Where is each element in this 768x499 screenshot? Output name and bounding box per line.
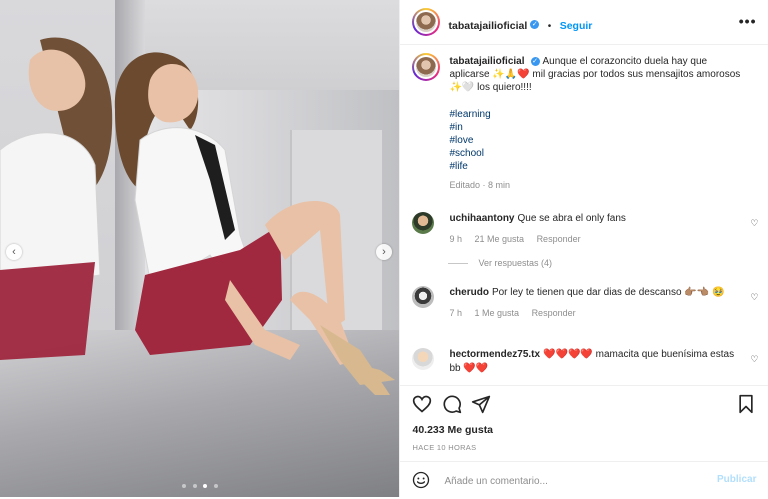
hashtag-link[interactable]: #learning xyxy=(449,108,749,121)
view-replies-label: Ver respuestas (4) xyxy=(478,258,553,268)
instagram-post: ‹ › tabatajailioficial ✓ • Seguir ••• ta… xyxy=(0,0,768,497)
add-comment-bar: Publicar xyxy=(400,461,768,499)
comment-like-icon[interactable]: ♡ xyxy=(750,218,758,229)
previous-image-button[interactable]: ‹ xyxy=(6,244,22,260)
photo-subject xyxy=(0,37,395,395)
comment-meta: 9 h 21 Me gusta Responder xyxy=(449,232,739,246)
edited-label: Editado · 8 min xyxy=(449,180,511,190)
hashtag-link[interactable]: #love xyxy=(449,134,749,147)
follow-button[interactable]: Seguir xyxy=(560,20,593,32)
comment-likes[interactable]: 1 Me gusta xyxy=(475,308,520,318)
post-side-panel: tabatajailioficial ✓ • Seguir ••• tabataj… xyxy=(399,0,768,497)
author-avatar[interactable] xyxy=(412,8,441,36)
comment-like-icon[interactable]: ♡ xyxy=(750,354,758,365)
comment-body: cherudo Por ley te tienen que dar dias de… xyxy=(449,286,739,320)
hashtag-link[interactable]: #in xyxy=(449,121,749,134)
comment-input[interactable] xyxy=(442,471,697,491)
more-options-icon[interactable]: ••• xyxy=(739,13,757,29)
hashtag-link[interactable]: #life xyxy=(449,160,749,173)
save-bookmark-icon[interactable] xyxy=(736,394,756,414)
replies-line xyxy=(448,263,469,265)
comment-time: 9 h xyxy=(449,234,462,244)
hashtag-list: #learning #in #love #school #life xyxy=(449,108,749,173)
like-heart-icon[interactable] xyxy=(412,394,432,414)
comment-text: Por ley te tienen que dar dias de descan… xyxy=(491,287,725,298)
action-icons-row xyxy=(412,394,756,414)
reply-button[interactable]: Responder xyxy=(532,308,576,318)
carousel-dot xyxy=(192,484,197,488)
comment-body: hectormendez75.tx ❤️❤️❤️❤️ mamacita que b… xyxy=(449,348,739,376)
next-image-button[interactable]: › xyxy=(376,244,392,260)
hashtag-link[interactable]: #school xyxy=(449,147,749,160)
comment-item: hectormendez75.tx ❤️❤️❤️❤️ mamacita que b… xyxy=(412,348,762,385)
header-author: tabatajailioficial ✓ • Seguir xyxy=(448,16,592,34)
comment-username[interactable]: cherudo xyxy=(449,287,488,298)
share-icon[interactable] xyxy=(471,394,491,414)
comment-meta: 7 h 1 Me gusta Responder xyxy=(449,306,739,320)
comment-text: Que se abra el only fans xyxy=(517,213,626,224)
post-photo[interactable]: ‹ › xyxy=(0,0,400,497)
verified-icon: ✓ xyxy=(530,56,540,66)
comments-scroll-area[interactable]: tabatajailioficial ✓ Aunque el corazoncito… xyxy=(400,45,768,385)
carousel-dots xyxy=(0,475,399,493)
comment-time: 7 h xyxy=(449,308,462,318)
comment-item: cherudo Por ley te tienen que dar dias de… xyxy=(412,286,762,336)
commenter-avatar[interactable] xyxy=(412,286,435,308)
comment-likes[interactable]: 21 Me gusta xyxy=(475,234,525,244)
carousel-dot xyxy=(213,484,218,488)
reply-button[interactable]: Responder xyxy=(537,234,581,244)
carousel-dot-active xyxy=(203,484,208,488)
caption-username[interactable]: tabatajailioficial xyxy=(449,56,524,67)
photo-main-figure xyxy=(114,52,395,395)
post-caption: tabatajailioficial ✓ Aunque el corazoncito… xyxy=(449,55,749,192)
emoji-icon[interactable] xyxy=(412,471,430,489)
photo-reflection xyxy=(0,37,113,360)
comment-body: uchihaantony Que se abra el only fans 9 h… xyxy=(449,212,739,246)
comment-icon[interactable] xyxy=(442,394,462,414)
caption-author-avatar[interactable] xyxy=(412,53,441,81)
view-replies-button[interactable]: Ver respuestas (4) xyxy=(448,258,552,268)
author-username[interactable]: tabatajailioficial xyxy=(448,20,527,32)
likes-count[interactable]: 40.233 Me gusta xyxy=(412,424,493,436)
commenter-avatar[interactable] xyxy=(412,212,435,234)
commenter-avatar[interactable] xyxy=(412,348,435,370)
comment-item: uchihaantony Que se abra el only fans 9 h… xyxy=(412,212,762,262)
verified-icon: ✓ xyxy=(530,20,540,30)
comment-username[interactable]: hectormendez75.tx xyxy=(449,349,540,360)
comment-like-icon[interactable]: ♡ xyxy=(750,292,758,303)
carousel-dot xyxy=(182,484,187,488)
comment-username[interactable]: uchihaantony xyxy=(449,213,514,224)
post-actions: 40.233 Me gusta HACE 10 HORAS Publicar xyxy=(400,385,768,498)
publish-button[interactable]: Publicar xyxy=(717,474,756,485)
separator-dot: • xyxy=(547,21,552,32)
post-header: tabatajailioficial ✓ • Seguir ••• xyxy=(400,0,768,45)
post-time: HACE 10 HORAS xyxy=(412,443,477,452)
